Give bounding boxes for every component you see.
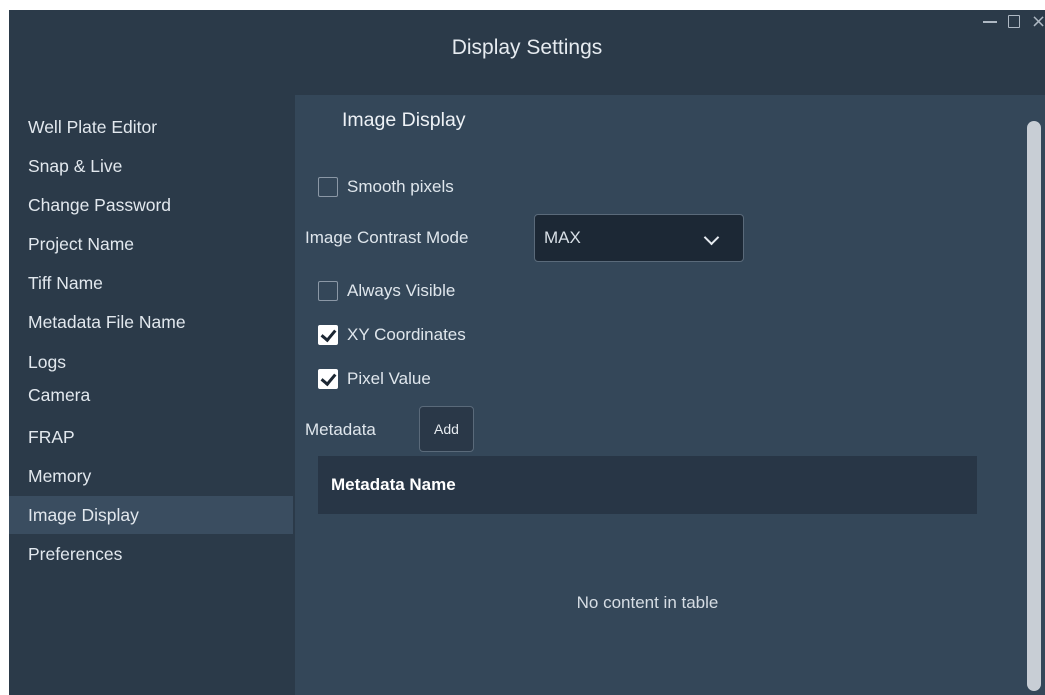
display-settings-window: Display Settings × Well Plate Editor Sna… xyxy=(9,10,1045,695)
sidebar-item-camera[interactable]: Camera xyxy=(9,380,293,404)
sidebar-item-image-display[interactable]: Image Display xyxy=(9,496,293,534)
pixel-value-checkbox[interactable] xyxy=(318,369,338,389)
pixel-value-label[interactable]: Pixel Value xyxy=(347,369,431,389)
always-visible-row: Always Visible xyxy=(318,281,455,301)
contrast-mode-label: Image Contrast Mode xyxy=(305,228,469,247)
window-controls: × xyxy=(983,13,1045,31)
sidebar-item-logs[interactable]: Logs xyxy=(9,343,293,381)
minimize-icon[interactable] xyxy=(983,14,997,28)
xy-coordinates-checkbox[interactable] xyxy=(318,325,338,345)
maximize-icon[interactable] xyxy=(1007,14,1021,28)
scrollbar-thumb[interactable] xyxy=(1027,121,1041,691)
sidebar-item-well-plate-editor[interactable]: Well Plate Editor xyxy=(9,108,293,146)
xy-coordinates-row: XY Coordinates xyxy=(318,325,466,345)
xy-coordinates-label[interactable]: XY Coordinates xyxy=(347,325,466,345)
always-visible-label[interactable]: Always Visible xyxy=(347,281,455,301)
always-visible-checkbox[interactable] xyxy=(318,281,338,301)
sidebar-item-memory[interactable]: Memory xyxy=(9,457,293,495)
sidebar-item-frap[interactable]: FRAP xyxy=(9,418,293,456)
smooth-pixels-row: Smooth pixels xyxy=(318,177,454,197)
window-title: Display Settings xyxy=(451,36,603,59)
table-header: Metadata Name xyxy=(318,456,977,514)
sidebar-item-preferences[interactable]: Preferences xyxy=(9,535,293,573)
section-title: Image Display xyxy=(342,109,466,131)
contrast-mode-select[interactable]: MAX xyxy=(534,214,744,262)
settings-sidebar: Well Plate Editor Snap & Live Change Pas… xyxy=(9,95,295,695)
sidebar-item-snap-live[interactable]: Snap & Live xyxy=(9,147,293,185)
vertical-scrollbar[interactable] xyxy=(1022,95,1045,695)
smooth-pixels-checkbox[interactable] xyxy=(318,177,338,197)
chevron-down-icon xyxy=(703,229,720,246)
table-empty-message: No content in table xyxy=(576,593,719,612)
image-display-panel: Image Display Smooth pixels Image Contra… xyxy=(295,95,1045,695)
add-metadata-button[interactable]: Add xyxy=(419,406,474,452)
contrast-mode-value: MAX xyxy=(544,228,581,247)
metadata-table: Metadata Name No content in table xyxy=(318,456,977,695)
smooth-pixels-label[interactable]: Smooth pixels xyxy=(347,177,454,197)
sidebar-item-project-name[interactable]: Project Name xyxy=(9,225,293,263)
sidebar-item-metadata-file-name[interactable]: Metadata File Name xyxy=(9,303,293,341)
metadata-row: Metadata xyxy=(305,420,376,440)
column-header-metadata-name[interactable]: Metadata Name xyxy=(331,475,456,495)
sidebar-item-change-password[interactable]: Change Password xyxy=(9,186,293,224)
metadata-label: Metadata xyxy=(305,420,376,439)
sidebar-item-tiff-name[interactable]: Tiff Name xyxy=(9,264,293,302)
pixel-value-row: Pixel Value xyxy=(318,369,431,389)
contrast-mode-row: Image Contrast Mode xyxy=(305,228,468,248)
close-icon[interactable]: × xyxy=(1031,13,1045,31)
title-bar: Display Settings × xyxy=(9,10,1045,95)
